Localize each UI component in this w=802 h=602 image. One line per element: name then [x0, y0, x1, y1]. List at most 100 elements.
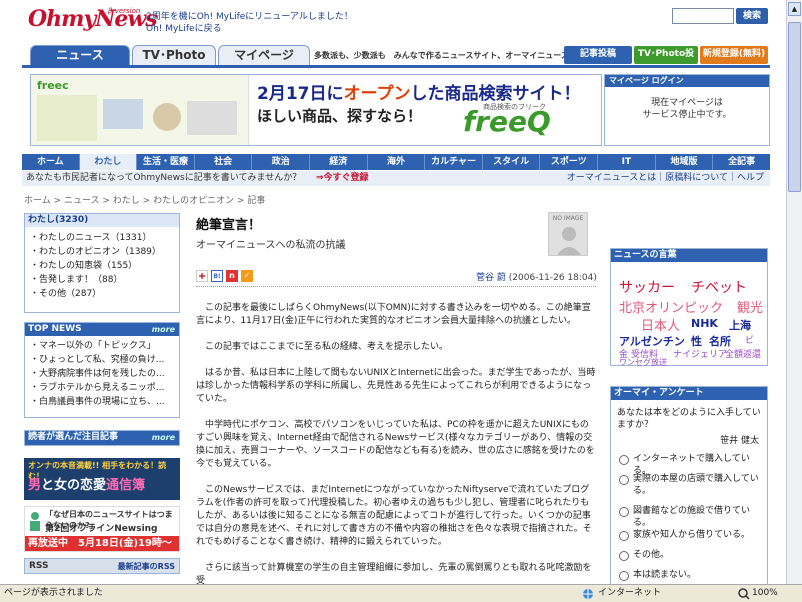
scroll-up-arrow-icon[interactable]: ▲: [788, 2, 801, 16]
person-silhouette-icon: [557, 227, 581, 255]
featured-articles-box: 読者が選んだ注目記事 more: [24, 430, 180, 446]
article-paragraph: この記事を最後にしばらくOhmyNews(以下OMN)に対する書き込みを一切やめ…: [196, 303, 591, 326]
article-byline: 菅谷 蔚 (2006-11-26 18:04): [476, 273, 597, 283]
tab-tv-photo[interactable]: TV･Photo: [132, 45, 216, 65]
topnews-heading: TOP NEWS more: [25, 323, 179, 336]
list-item[interactable]: ・マネー以外の「トピックス」: [25, 339, 179, 353]
tab-divider: [22, 65, 770, 68]
list-item[interactable]: ・ラブホテルから見えるニッポ...: [25, 381, 179, 395]
news-keywords-box: ニュースの言葉 サッカー チベット 北京オリンピック 観光 日本人 NHK 上海…: [610, 248, 768, 368]
tag-item[interactable]: 日本人: [641, 315, 680, 334]
person-icon: [30, 512, 40, 531]
nav-culture[interactable]: カルチャー: [425, 154, 483, 170]
enquete-option[interactable]: その他。: [619, 549, 765, 561]
list-item[interactable]: ・告発します！（88）: [25, 273, 179, 287]
tag-item[interactable]: サッカー: [619, 277, 675, 297]
list-item[interactable]: ・大野病院事件は何を残したの...: [25, 367, 179, 381]
post-tvphoto-button[interactable]: TV･Photo投稿: [634, 46, 698, 76]
register-now-link[interactable]: ⇒今すぐ登録: [316, 171, 369, 186]
post-article-button[interactable]: 記事投稿: [564, 46, 632, 64]
nav-politics[interactable]: 政治: [252, 154, 311, 170]
watashi-heading[interactable]: わたし(3230): [25, 214, 179, 227]
newsing-ad[interactable]: 「なぜ日本のニュースサイトはつまらないのか?」 第2回オフラインNewsing …: [24, 506, 180, 552]
nav-regional[interactable]: 地域版: [656, 154, 714, 170]
article-paragraph: 中学時代にポケコン、高校でパソコンをいじっていた私は、PCの枠を遥かに超えたUN…: [196, 420, 595, 469]
scrollbar-thumb[interactable]: [788, 22, 801, 192]
zoom-level[interactable]: 100%: [752, 585, 778, 602]
enquete-box: オーマイ・アンケート あなたは本をどのように入手していますか？ 笹井 健太 イン…: [610, 386, 768, 586]
love-report-ad[interactable]: オンナの本音満載!! 相手をわかる！読む！ 男と女の恋愛通信簿: [24, 458, 180, 500]
article-divider: [196, 286, 596, 287]
hatena-bookmark-icon[interactable]: B!: [211, 270, 223, 282]
tag-item[interactable]: 北京オリンピック: [619, 297, 723, 316]
tag-item[interactable]: ワンセグ放送: [619, 357, 667, 368]
watashi-box: わたし(3230) ・わたしのニュース（1331） ・わたしのオピニオン（138…: [24, 213, 180, 313]
security-zone: インターネット: [598, 588, 662, 598]
tag-item[interactable]: チベット: [691, 277, 747, 297]
list-item[interactable]: ・わたしのニュース（1331）: [25, 231, 179, 245]
tab-news[interactable]: ニュース: [30, 45, 130, 65]
article-body: この記事を最後にしばらくOhmyNews(以下OMN)に対する書き込みを一切やめ…: [196, 302, 596, 601]
nav-home[interactable]: ホーム: [22, 154, 80, 170]
nav-sports[interactable]: スポーツ: [540, 154, 599, 170]
nav-all-articles[interactable]: 全記事: [713, 154, 770, 170]
article-paragraph: このNewsサービスでは、まだInternetにつながっていなかったNiftys…: [196, 485, 592, 547]
article-title: 絶筆宣言！: [196, 218, 262, 233]
enquete-option[interactable]: 図書館などの施設で借りている。: [619, 505, 765, 529]
nav-watashi[interactable]: わたし: [79, 154, 138, 170]
enquete-heading: オーマイ・アンケート: [611, 387, 767, 400]
freeq-banner[interactable]: freec 2月17日にオープンした商品検索サイト！ ほしい商品、探すなら！ 商…: [30, 74, 602, 146]
list-item[interactable]: ・ひょっとして私、究極の負け...: [25, 353, 179, 367]
tag-item[interactable]: ビ: [745, 333, 754, 346]
tag-item[interactable]: ナイジェリア: [673, 347, 727, 360]
share-icons: ✚ B! n ✓: [196, 270, 253, 282]
search-button[interactable]: 検索: [736, 8, 768, 24]
nav-economy[interactable]: 経済: [310, 154, 368, 170]
enquete-author[interactable]: 笹井 健太: [720, 433, 759, 446]
freeq-logo: freeQ: [463, 105, 551, 138]
tab-mypage[interactable]: マイページ: [218, 45, 310, 65]
back-to-mylife-link[interactable]: Oh! MyLifeに戻る: [146, 21, 222, 34]
nav-world[interactable]: 海外: [368, 154, 426, 170]
nav-society[interactable]: 社会: [195, 154, 253, 170]
info-bar: あなたも市民記者になってOhmyNewsに記事を書いてみませんか？ ⇒今すぐ登録…: [22, 171, 770, 186]
enquete-option[interactable]: 実際の本屋の店頭で購入している。: [619, 473, 765, 497]
topnews-more-link[interactable]: more: [152, 323, 175, 336]
breadcrumb[interactable]: ホーム > ニュース > わたし > わたしのオピニオン > 記事: [24, 193, 265, 206]
help-links[interactable]: オーマイニュースとは｜原稿料について｜ヘルプ: [567, 171, 764, 186]
register-button[interactable]: 新規登録(無料): [700, 46, 768, 64]
list-item[interactable]: ・わたしの知恵袋（155）: [25, 259, 179, 273]
enquete-option[interactable]: 家族や知人から借りている。: [619, 529, 765, 541]
status-bar: ページが表示されました インターネット 100%: [0, 584, 802, 602]
author-link[interactable]: 菅谷 蔚: [476, 273, 506, 283]
tag-item[interactable]: 全額返還: [725, 347, 761, 360]
check-icon[interactable]: ✓: [241, 270, 253, 282]
nav-life-medical[interactable]: 生活・医療: [137, 154, 195, 170]
mypage-login-message: 現在マイページは サービス停止中です。: [642, 98, 732, 120]
nav-it[interactable]: IT: [598, 154, 656, 170]
enquete-option[interactable]: 本は読まない。: [619, 569, 765, 581]
category-nav: ホーム わたし 生活・医療 社会 政治 経済 海外 カルチャー スタイル スポー…: [22, 154, 770, 170]
vertical-scrollbar[interactable]: ▲: [786, 0, 802, 584]
banner-freec-label: freec: [37, 79, 69, 92]
list-item[interactable]: ・その他（287）: [25, 287, 179, 301]
search-input[interactable]: [672, 8, 734, 24]
noimage-label: NO IMAGE: [552, 215, 584, 222]
bookmark-icon[interactable]: ✚: [196, 270, 208, 282]
tag-item[interactable]: 上海: [729, 317, 751, 333]
article-paragraph: はるか昔、私は日本に上陸して間もないUNIXとInternetに出会った。まだ学…: [196, 368, 596, 404]
tag-item[interactable]: NHK: [691, 317, 718, 330]
tag-item[interactable]: 観光: [737, 297, 763, 316]
newsing-icon[interactable]: n: [226, 270, 238, 282]
featured-articles-heading: 読者が選んだ注目記事 more: [25, 431, 179, 445]
enquete-question: あなたは本をどのように入手していますか？: [617, 408, 761, 430]
latest-rss-link[interactable]: 最新記事のRSS: [118, 561, 175, 572]
ad1-title: 男と女の恋愛通信簿: [28, 478, 146, 493]
nav-style[interactable]: スタイル: [483, 154, 541, 170]
featured-more-link[interactable]: more: [152, 431, 175, 444]
rss-box: RSS 最新記事のRSS: [24, 558, 180, 574]
mypage-login-box: マイページ ログイン 現在マイページは サービス停止中です。: [604, 74, 770, 146]
list-item[interactable]: ・白鳥議員事件の現場に立ち、...: [25, 395, 179, 409]
list-item[interactable]: ・わたしのオピニオン（1389）: [25, 245, 179, 259]
globe-icon: [583, 589, 593, 599]
